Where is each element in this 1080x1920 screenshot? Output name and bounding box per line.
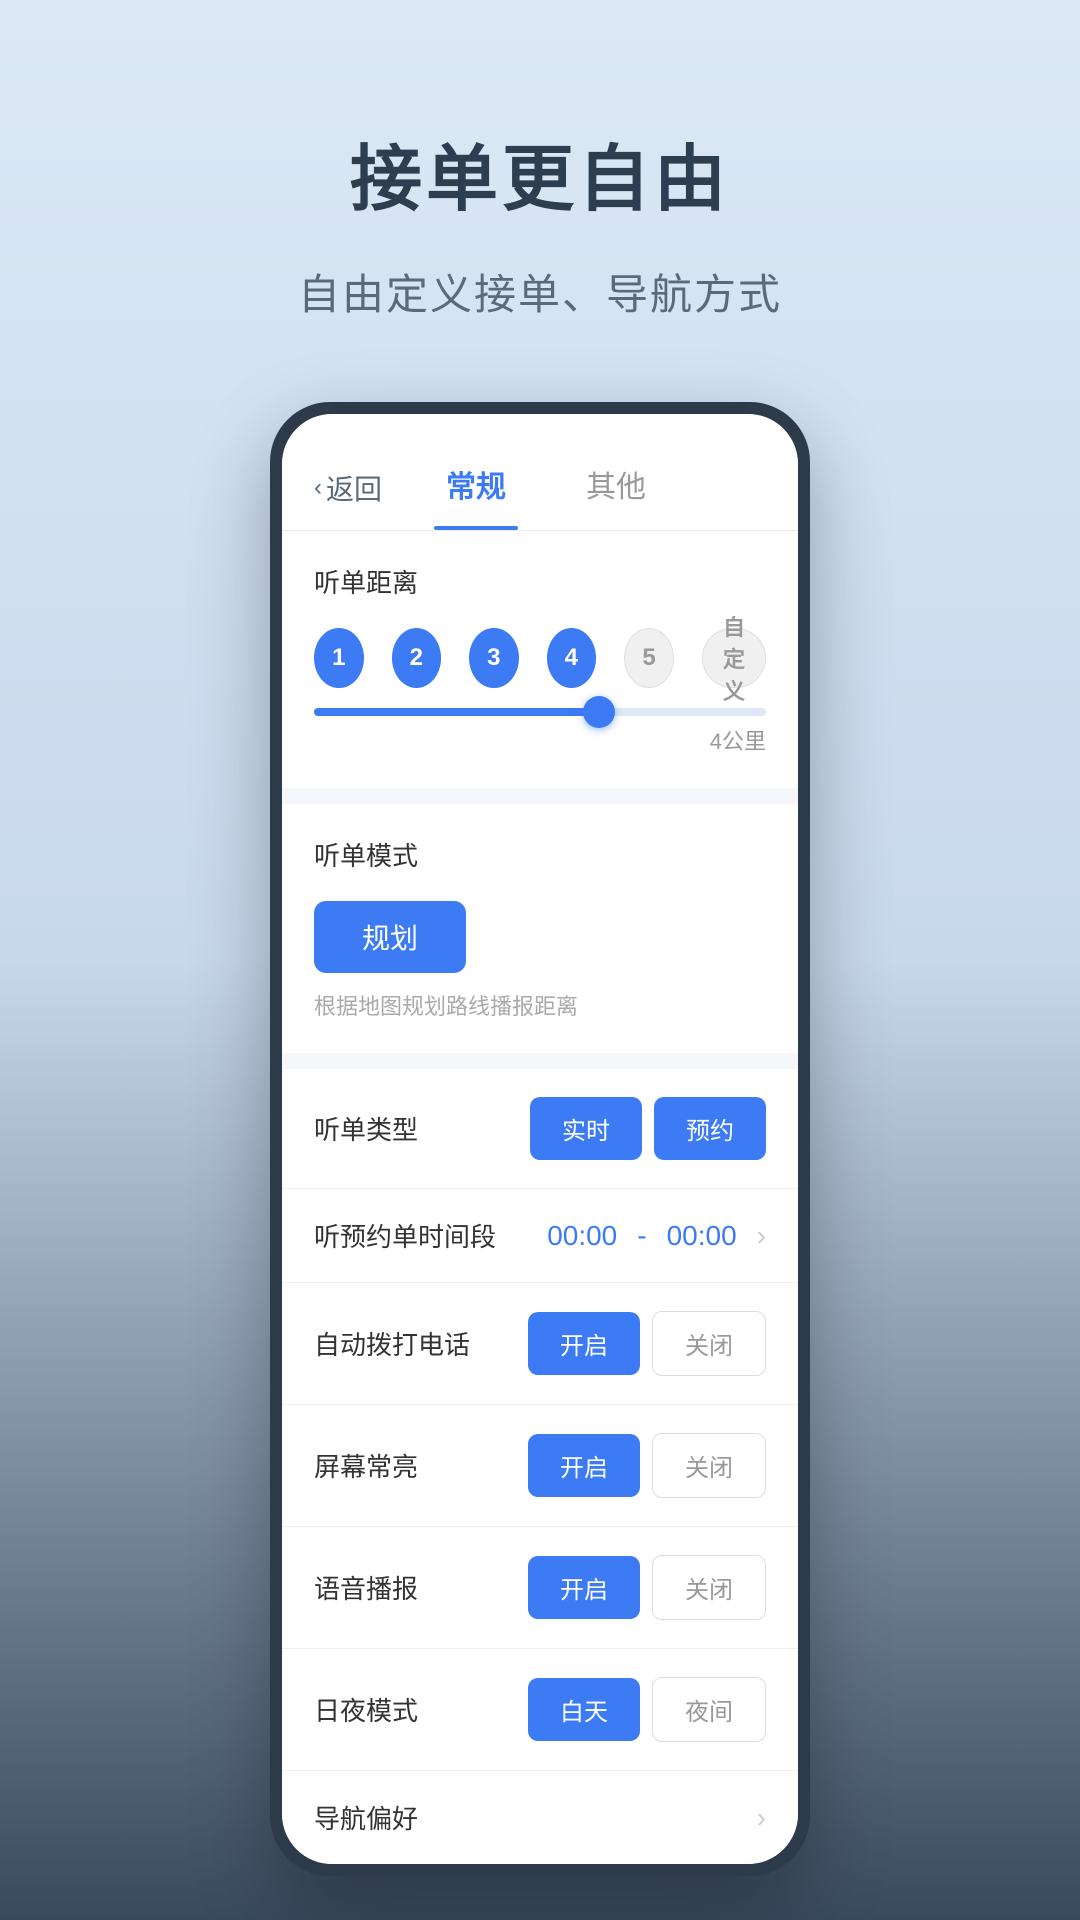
page-background: 接单更自由 自由定义接单、导航方式 ‹ 返回 常规 其他 xyxy=(0,0,1080,1920)
auto-call-label: 自动拨打电话 xyxy=(314,1325,470,1362)
page-subtitle: 自由定义接单、导航方式 xyxy=(298,261,782,322)
step-btn-4[interactable]: 4 xyxy=(547,628,597,688)
tab-other[interactable]: 其他 xyxy=(546,446,686,530)
nav-pref-row[interactable]: 导航偏好 › xyxy=(282,1771,798,1864)
time-separator: - xyxy=(637,1220,646,1252)
day-night-label: 日夜模式 xyxy=(314,1691,418,1728)
nav-pref-label: 导航偏好 xyxy=(314,1799,418,1836)
order-type-actions: 实时 预约 xyxy=(530,1097,766,1160)
distance-slider[interactable] xyxy=(314,708,766,716)
order-type-row: 听单类型 实时 预约 xyxy=(282,1069,798,1189)
back-chevron-icon: ‹ xyxy=(314,474,322,502)
slider-fill xyxy=(314,708,599,716)
slider-thumb[interactable] xyxy=(583,696,615,728)
time-slot-row[interactable]: 听预约单时间段 00:00 - 00:00 › xyxy=(282,1189,798,1283)
mode-section: 听单模式 规划 根据地图规划路线播报距离 xyxy=(282,804,798,1053)
phone-screen: ‹ 返回 常规 其他 听单距离 xyxy=(282,414,798,1864)
voice-row: 语音播报 开启 关闭 xyxy=(282,1527,798,1649)
step-btn-3[interactable]: 3 xyxy=(469,628,519,688)
nav-pref-chevron-icon: › xyxy=(757,1802,766,1834)
time-end: 00:00 xyxy=(667,1220,737,1252)
app-container: ‹ 返回 常规 其他 听单距离 xyxy=(282,414,798,1864)
btn-realtime[interactable]: 实时 xyxy=(530,1097,642,1160)
back-label: 返回 xyxy=(326,468,382,508)
screen-on-actions: 开启 关闭 xyxy=(528,1433,766,1498)
voice-on-btn[interactable]: 开启 xyxy=(528,1556,640,1619)
screen-on-row: 屏幕常亮 开启 关闭 xyxy=(282,1405,798,1527)
auto-call-on-btn[interactable]: 开启 xyxy=(528,1312,640,1375)
day-night-actions: 白天 夜间 xyxy=(528,1677,766,1742)
btn-reserved[interactable]: 预约 xyxy=(654,1097,766,1160)
step-btn-2[interactable]: 2 xyxy=(392,628,442,688)
order-type-label: 听单类型 xyxy=(314,1110,418,1147)
distance-steps: 1 2 3 4 5 xyxy=(314,628,766,688)
slider-value: 4公里 xyxy=(314,724,766,756)
tab-general[interactable]: 常规 xyxy=(406,446,546,530)
screen-off-btn[interactable]: 关闭 xyxy=(652,1433,766,1498)
auto-call-off-btn[interactable]: 关闭 xyxy=(652,1311,766,1376)
page-title: 接单更自由 xyxy=(350,120,730,225)
day-btn[interactable]: 白天 xyxy=(528,1678,640,1741)
mode-hint: 根据地图规划路线播报距离 xyxy=(314,989,766,1021)
phone-mockup: ‹ 返回 常规 其他 听单距离 xyxy=(270,402,810,1876)
distance-label: 听单距离 xyxy=(314,563,766,600)
day-night-row: 日夜模式 白天 夜间 xyxy=(282,1649,798,1771)
back-button[interactable]: ‹ 返回 xyxy=(314,468,382,508)
chevron-right-icon: › xyxy=(757,1220,766,1252)
auto-call-actions: 开启 关闭 xyxy=(528,1311,766,1376)
auto-call-row: 自动拨打电话 开启 关闭 xyxy=(282,1283,798,1405)
screen-on-btn[interactable]: 开启 xyxy=(528,1434,640,1497)
screen-on-label: 屏幕常亮 xyxy=(314,1447,418,1484)
slider-track xyxy=(314,708,766,716)
step-btn-1[interactable]: 1 xyxy=(314,628,364,688)
distance-section: 听单距离 1 2 3 4 xyxy=(282,531,798,788)
time-slot-label: 听预约单时间段 xyxy=(314,1217,496,1254)
voice-label: 语音播报 xyxy=(314,1569,418,1606)
time-start: 00:00 xyxy=(547,1220,617,1252)
mode-label: 听单模式 xyxy=(314,836,766,873)
step-btn-5[interactable]: 5 xyxy=(624,628,674,688)
voice-actions: 开启 关闭 xyxy=(528,1555,766,1620)
tab-bar: ‹ 返回 常规 其他 xyxy=(282,414,798,531)
step-btn-custom[interactable]: 自定义 xyxy=(702,628,766,688)
mode-btn-plan[interactable]: 规划 xyxy=(314,901,466,973)
night-btn[interactable]: 夜间 xyxy=(652,1677,766,1742)
voice-off-btn[interactable]: 关闭 xyxy=(652,1555,766,1620)
time-slot-actions: 00:00 - 00:00 › xyxy=(547,1220,766,1252)
tabs-container: 常规 其他 xyxy=(406,446,766,530)
